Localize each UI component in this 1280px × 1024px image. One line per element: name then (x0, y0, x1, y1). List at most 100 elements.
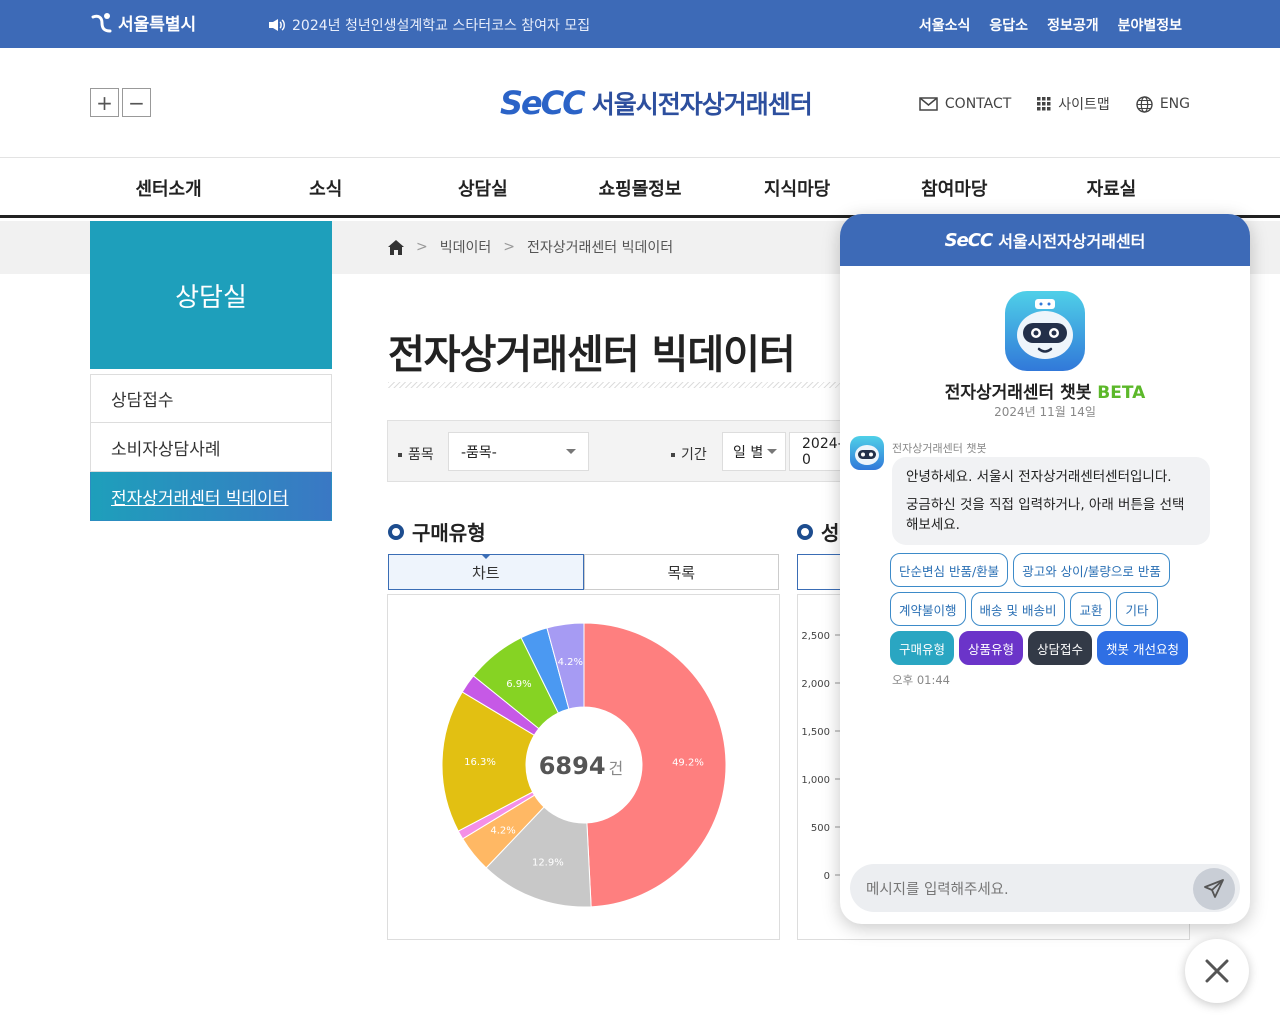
gnb-item-participation[interactable]: 참여마당 (876, 175, 1033, 201)
purchase-type-chart: 49.2% 12.9% 4.2% 16.3% 6.9% 4.2% 6894 건 (387, 594, 780, 940)
circle-bullet-icon (388, 523, 404, 540)
message-text: 안녕하세요. 서울시 전자상거래센터센터입니다. (906, 469, 1172, 485)
chip-shipping-fee[interactable]: 배송 및 배송비 (970, 592, 1066, 626)
chip-purchase-type[interactable]: 구매유형 (890, 631, 955, 665)
tab-chart-2[interactable] (797, 554, 842, 590)
sidebar-item-consumer-cases[interactable]: 소비자상담사례 (90, 423, 332, 472)
sidebar-menu: 상담접수 소비자상담사례 전자상거래센터 빅데이터 (90, 374, 332, 521)
gnb-item-news[interactable]: 소식 (247, 175, 404, 201)
tab-list[interactable]: 목록 (583, 554, 779, 590)
pie-slice-label: 49.2% (672, 757, 704, 768)
globe-icon (1136, 95, 1153, 113)
gnb-item-consult[interactable]: 상담실 (404, 175, 561, 201)
message-text: 궁금하신 것을 직접 입력하거나, 아래 버튼을 선택해보세요. (906, 497, 1185, 533)
chatbot-avatar (1005, 291, 1085, 371)
filter-item-label: 품목 (398, 444, 434, 464)
chatbot-name: 전자상거래센터 챗봇 BETA (840, 378, 1250, 403)
pie-slice-label: 12.9% (532, 858, 564, 869)
chatbot-header-title: 서울시전자상거래센터 (998, 232, 1146, 251)
notice-ticker[interactable]: 2024년 청년인생설계학교 스타터코스 참여자 모집 (268, 15, 590, 35)
y-tick-label: 0 (824, 871, 830, 882)
message-bubble: 안녕하세요. 서울시 전자상거래센터센터입니다. 궁금하신 것을 직접 입력하거… (892, 457, 1210, 545)
pie-slice-label: 4.2% (490, 825, 515, 836)
pie-slice-label: 16.3% (464, 757, 496, 768)
filter-period-label: 기간 (671, 444, 707, 464)
gnb-item-archive[interactable]: 자료실 (1033, 175, 1190, 201)
chat-date: 2024년 11월 14일 (994, 405, 1096, 419)
close-icon (1205, 959, 1229, 983)
circle-bullet-icon (797, 523, 813, 540)
period-unit-select[interactable]: 일 별 (722, 432, 786, 471)
home-icon[interactable] (388, 239, 404, 255)
beta-badge: BETA (1097, 383, 1146, 403)
utility-links: CONTACT 사이트맵 ENG (919, 94, 1190, 114)
chip-ad-mismatch-return[interactable]: 광고와 상이/불량으로 반품 (1013, 553, 1170, 587)
breadcrumb: > 빅데이터 > 전자상거래센터 빅데이터 (388, 237, 673, 257)
zoom-out-button[interactable]: − (122, 88, 151, 117)
section-title-gender: 성 (797, 517, 839, 546)
chip-chatbot-feedback[interactable]: 챗봇 개선요청 (1097, 631, 1189, 665)
secc-logo-mark: SeCC (500, 84, 586, 122)
breadcrumb-current[interactable]: 전자상거래센터 빅데이터 (527, 237, 673, 257)
quick-reply-chips: 단순변심 반품/환불 광고와 상이/불량으로 반품 계약불이행 배송 및 배송비… (890, 553, 1220, 665)
chatbot-close-button[interactable] (1185, 939, 1249, 1003)
secc-logo[interactable]: SeCC 서울시전자상거래센터 (500, 84, 813, 122)
donut-chart: 49.2% 12.9% 4.2% 16.3% 6.9% 4.2% 6894 건 (441, 622, 727, 908)
notice-text: 2024년 청년인생설계학교 스타터코스 참여자 모집 (292, 18, 591, 34)
sidebar-item-consult-intake[interactable]: 상담접수 (90, 374, 332, 423)
sitemap-link[interactable]: 사이트맵 (1037, 94, 1110, 114)
top-link-field-info[interactable]: 분야별정보 (1118, 15, 1182, 35)
section-title-purchase-type: 구매유형 (388, 517, 486, 546)
top-bar: 서울특별시 2024년 청년인생설계학교 스타터코스 참여자 모집 서울소식 응… (0, 0, 1280, 48)
contact-label: CONTACT (944, 96, 1012, 112)
top-link-eungdapso[interactable]: 응답소 (989, 15, 1028, 35)
chip-contract-breach[interactable]: 계약불이행 (890, 592, 966, 626)
gnb-item-knowledge[interactable]: 지식마당 (719, 175, 876, 201)
chatbot-window: SeCC 서울시전자상거래센터 전자상거래센터 챗봇 BETA 2024년 11… (840, 214, 1250, 924)
site-header: + − SeCC 서울시전자상거래센터 CONTACT 사이트맵 ENG (0, 48, 1280, 158)
eng-link[interactable]: ENG (1136, 94, 1190, 114)
pie-slice-label: 4.2% (558, 657, 583, 668)
donut-center-total: 6894 건 (539, 752, 624, 780)
zoom-in-button[interactable]: + (90, 88, 119, 117)
sitemap-label: 사이트맵 (1058, 97, 1110, 113)
top-link-info-disclosure[interactable]: 정보공개 (1047, 15, 1099, 35)
chevron-down-icon (767, 449, 777, 454)
title-underline (388, 382, 848, 388)
chatbot-header-logo: SeCC (944, 229, 994, 251)
chip-etc[interactable]: 기타 (1116, 592, 1158, 626)
y-tick-label: 1,500 (801, 727, 830, 738)
y-tick-label: 2,500 (801, 631, 830, 642)
item-select[interactable]: -품목- (448, 432, 589, 471)
grid-icon (1037, 97, 1051, 111)
chip-exchange[interactable]: 교환 (1070, 592, 1112, 626)
message-time: 오후 01:44 (892, 673, 950, 687)
chip-simple-change-refund[interactable]: 단순변심 반품/환불 (890, 553, 1009, 587)
seoul-logo[interactable]: 서울특별시 (90, 10, 196, 35)
y-tick-label: 2,000 (801, 679, 830, 690)
message-avatar (850, 436, 884, 470)
chatbot-header: SeCC 서울시전자상거래센터 (840, 214, 1250, 266)
page-title: 전자상거래센터 빅데이터 (388, 332, 796, 378)
chip-product-type[interactable]: 상품유형 (959, 631, 1024, 665)
robot-icon (1017, 299, 1073, 359)
chip-consult-intake[interactable]: 상담접수 (1028, 631, 1093, 665)
sidebar-item-bigdata[interactable]: 전자상거래센터 빅데이터 (90, 472, 332, 521)
tab-chart[interactable]: 차트 (388, 554, 584, 590)
period-unit-value: 일 별 (733, 444, 764, 461)
gnb-item-about[interactable]: 센터소개 (90, 175, 247, 201)
pie-slice-label: 6.9% (506, 679, 531, 690)
robot-icon (855, 445, 879, 465)
zoom-controls: + − (90, 88, 151, 117)
contact-link[interactable]: CONTACT (919, 94, 1011, 114)
send-button[interactable] (1193, 868, 1235, 910)
chatbot-name-text: 전자상거래센터 챗봇 (944, 383, 1092, 403)
chat-message-input[interactable]: 메시지를 입력해주세요. (850, 864, 1240, 912)
breadcrumb-bigdata[interactable]: 빅데이터 (440, 237, 492, 257)
send-icon (1204, 879, 1224, 898)
sidebar-title: 상담실 (90, 221, 332, 369)
top-link-seoul-news[interactable]: 서울소식 (919, 15, 971, 35)
breadcrumb-separator: > (503, 239, 515, 255)
view-tabs: 차트 목록 (388, 554, 779, 590)
gnb-item-mall-info[interactable]: 쇼핑몰정보 (561, 175, 718, 201)
